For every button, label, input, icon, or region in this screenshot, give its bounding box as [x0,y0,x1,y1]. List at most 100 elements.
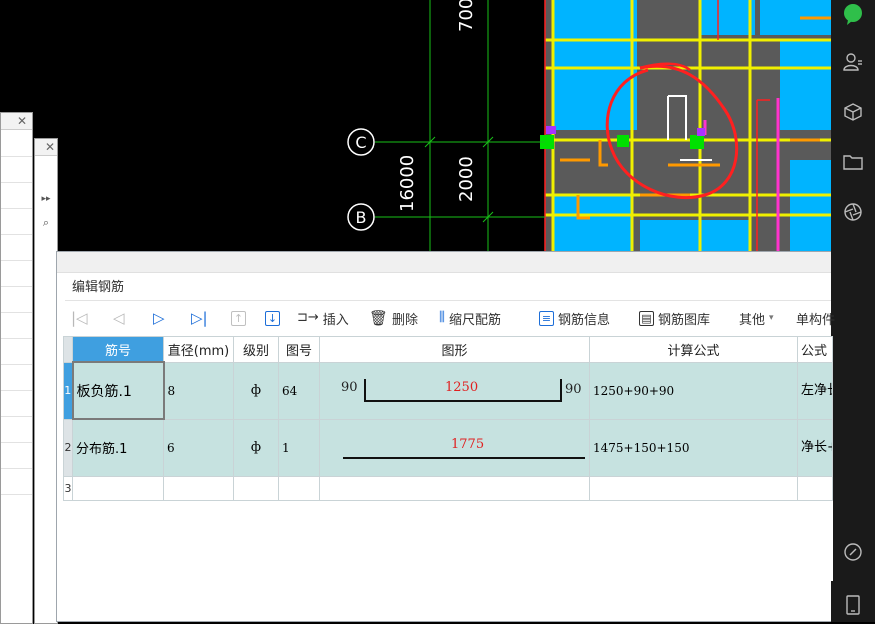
table-row[interactable]: 2 分布筋.1 6 ф 1 1775 1475+150+150 净长+搭接 [63,418,833,477]
dim-2000-label: 2000 [456,156,477,202]
col-header-bar-no[interactable]: 筋号 [72,336,164,363]
prev-icon: ◁ [113,309,125,327]
link-icon[interactable] [831,537,875,567]
formula-desc-cell[interactable]: 左净长+弯折+弯 [797,361,833,420]
close-icon[interactable]: ✕ [45,139,55,155]
arrow-down-icon: ↓ [265,310,280,326]
empty-cell[interactable] [589,475,798,501]
empty-cell[interactable] [278,475,320,501]
shape-mid-dim: 1250 [445,380,479,395]
empty-cell[interactable] [72,475,164,501]
close-icon[interactable]: ✕ [17,113,27,129]
insert-button[interactable]: ⊐→ 插入 [297,307,349,329]
dim-16000-label: 16000 [397,155,418,212]
expand-icon[interactable]: ▸▸ [35,194,57,204]
other-label: 其他 [739,312,766,328]
corner-cell [63,336,73,363]
col-header-grade[interactable]: 级别 [233,336,279,363]
shape-right-dim: 90 [565,382,582,397]
library-icon: ▤ [639,310,654,326]
axis-b-label: B [356,208,367,227]
bar-name-cell[interactable]: 板负筋.1 [71,361,165,420]
contacts-icon[interactable] [831,47,875,77]
move-down-button[interactable]: ↓ [265,307,280,329]
diameter-cell[interactable]: 8 [163,361,234,420]
empty-cell[interactable] [797,475,833,501]
rebar-table: 筋号 直径(mm) 级别 图号 图形 计算公式 公式 1 板负筋.1 8 ф 6… [63,336,833,581]
rebar-info-label: 钢筋信息 [558,312,611,328]
chevron-down-icon: ▾ [769,313,774,323]
axis-c-label: C [355,133,366,152]
fig-no-cell[interactable]: 1 [278,418,320,477]
background-window-1[interactable]: ✕ [0,112,33,624]
col-header-formula-desc[interactable]: 公式 [797,336,833,363]
unit-button[interactable]: 单构件 [796,307,835,329]
rebar-info-button[interactable]: ≡ 钢筋信息 [539,307,610,329]
last-icon: ▷| [191,309,208,327]
delete-label: 删除 [392,312,419,328]
formula-cell[interactable]: 1475+150+150 [589,418,798,477]
panel-title: 编辑钢筋 [72,280,125,295]
bar-name-cell[interactable]: 分布筋.1 [72,418,164,477]
background-window-2[interactable]: ✕ ▸▸ ⌕ [34,138,58,624]
first-icon: |◁ [71,309,88,327]
bar-chart-icon: ⫼ [439,310,445,325]
formula-cell[interactable]: 1250+90+90 [589,361,798,420]
edit-rebar-panel[interactable]: 编辑钢筋 |◁ ◁ ▷ ▷| ↑ ↓ ⊐→ 插入 🗑 删除 ⫼ 缩尺配筋 ≡ 钢筋信息 … [56,251,835,622]
grade-cell[interactable]: ф [233,418,279,477]
fig-no-cell[interactable]: 64 [278,361,320,420]
next-icon: ▷ [153,309,165,327]
bg-window-1-titlebar: ✕ [1,113,32,130]
insert-icon: ⊐→ [297,310,319,325]
table-row[interactable]: 1 板负筋.1 8 ф 64 90 1250 90 1250+90+90 左净长… [63,361,833,420]
insert-label: 插入 [322,312,349,328]
rebar-shape-64: 90 1250 90 [323,363,586,418]
panel-top-strip [57,252,831,273]
col-header-diameter[interactable]: 直径(mm) [163,336,234,363]
empty-cell[interactable] [233,475,279,501]
grade-cell[interactable]: ф [233,361,279,420]
empty-cell[interactable] [163,475,234,501]
shape-length-dim: 1775 [451,437,485,452]
prev-record-button[interactable]: ◁ [113,307,125,329]
shape-cell[interactable]: 1775 [319,418,590,477]
chat-icon[interactable] [831,0,875,30]
table-header-row: 筋号 直径(mm) 级别 图号 图形 计算公式 公式 [63,336,833,363]
row-number[interactable]: 3 [63,475,73,501]
unit-label: 单构件 [796,312,836,328]
col-header-formula[interactable]: 计算公式 [589,336,798,363]
aperture-icon[interactable] [831,197,875,227]
delete-button[interactable]: 🗑 删除 [369,307,418,329]
table-row[interactable]: 3 [63,475,833,501]
rebar-library-label: 钢筋图库 [658,312,711,328]
row-number[interactable]: 1 [63,361,73,420]
phone-icon[interactable] [831,590,875,620]
arrow-up-icon: ↑ [231,310,246,326]
move-up-button[interactable]: ↑ [231,307,246,329]
dim-700-label: 700 [456,0,477,32]
other-menu-button[interactable]: 其他 ▾ [739,307,774,329]
scale-rebar-label: 缩尺配筋 [448,312,501,328]
slab-region [540,0,831,251]
folder-icon[interactable] [831,147,875,177]
scale-rebar-button[interactable]: ⫼ 缩尺配筋 [439,307,501,329]
last-record-button[interactable]: ▷| [191,307,208,329]
formula-desc-cell[interactable]: 净长+搭接 [797,418,833,477]
rebar-toolbar: |◁ ◁ ▷ ▷| ↑ ↓ ⊐→ 插入 🗑 删除 ⫼ 缩尺配筋 ≡ 钢筋信息 ▤ 钢筋图库… [65,307,835,329]
info-list-icon: ≡ [539,310,554,326]
shape-cell[interactable]: 90 1250 90 [319,361,590,420]
search-icon[interactable]: ⌕ [35,216,57,230]
diameter-cell[interactable]: 6 [163,418,234,477]
empty-cell[interactable] [319,475,590,501]
rebar-shape-1: 1775 [323,420,586,475]
col-header-fig-no[interactable]: 图号 [278,336,320,363]
first-record-button[interactable]: |◁ [71,307,88,329]
rebar-library-button[interactable]: ▤ 钢筋图库 [639,307,710,329]
right-sidebar [831,0,875,622]
row-number[interactable]: 2 [63,418,73,477]
cube-icon[interactable] [831,97,875,127]
next-record-button[interactable]: ▷ [153,307,165,329]
bg-window-2-titlebar: ✕ [35,139,57,156]
trash-icon: 🗑 [369,309,389,327]
col-header-shape[interactable]: 图形 [319,336,590,363]
